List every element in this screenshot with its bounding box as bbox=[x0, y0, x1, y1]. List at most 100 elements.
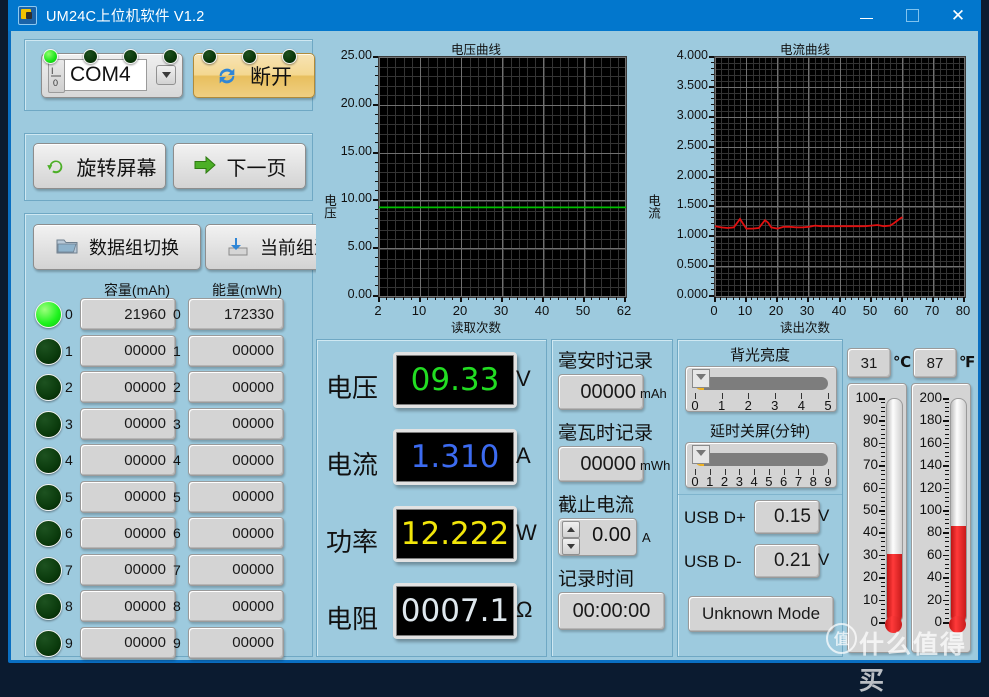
voltage-plot-area bbox=[378, 56, 627, 298]
y-tick-label: 2.500 bbox=[676, 138, 708, 152]
current-x-axis-label: 读出次数 bbox=[779, 321, 830, 335]
fahrenheit-value: 87 bbox=[913, 348, 957, 378]
status-led-6 bbox=[282, 49, 297, 64]
usb-dn-unit: V bbox=[818, 550, 830, 569]
x-tick-label: 50 bbox=[575, 303, 591, 318]
usb-dn-label: USB D- bbox=[684, 552, 742, 571]
record-time-title: 记录时间 bbox=[558, 569, 635, 590]
y-tick-label: 0.500 bbox=[676, 257, 708, 271]
status-led-3 bbox=[162, 49, 178, 64]
voltage-chart: 电压曲线 25.00 20.00 15.00 10.00 5.00 0.00 2 10 20 3… bbox=[316, 39, 636, 335]
group-switch-label: 数据组切换 bbox=[89, 238, 179, 258]
next-page-button[interactable]: 下一页 bbox=[173, 143, 306, 189]
x-tick-label: 20 bbox=[452, 303, 468, 318]
energy-row-index: 4 bbox=[173, 452, 181, 468]
thermometer-scale-label: 40 bbox=[926, 569, 942, 585]
capacity-value: 00000 bbox=[80, 553, 176, 586]
energy-row-index: 7 bbox=[173, 561, 181, 578]
group-led-5[interactable] bbox=[35, 483, 62, 511]
chevron-down-icon[interactable] bbox=[156, 65, 176, 85]
measurement-value-0: 09.33 bbox=[393, 352, 517, 408]
brightness-thumb[interactable] bbox=[692, 369, 710, 388]
group-led-9[interactable] bbox=[35, 629, 62, 657]
x-tick-label: 30 bbox=[493, 303, 509, 318]
capacity-row-index: 6 bbox=[65, 525, 73, 541]
current-plot-area bbox=[714, 56, 966, 298]
energy-row-index: 2 bbox=[173, 379, 181, 395]
mah-unit: mAh bbox=[640, 386, 667, 401]
group-switch-button[interactable]: 数据组切换 bbox=[33, 224, 201, 270]
capacity-value: 00000 bbox=[80, 626, 176, 659]
celsius-value: 31 bbox=[847, 348, 891, 378]
rotate-arrow-icon bbox=[43, 155, 69, 177]
group-led-3[interactable] bbox=[35, 410, 62, 438]
window-controls: ✕ bbox=[843, 0, 981, 31]
thermometer-scale-label: 100 bbox=[855, 390, 878, 405]
cutoff-current-stepper[interactable]: 0.00 bbox=[558, 518, 637, 556]
capacity-row-index: 1 bbox=[65, 342, 73, 359]
thermometer-scale-label: 20 bbox=[862, 569, 878, 585]
stepper-up-icon[interactable] bbox=[562, 521, 580, 538]
window-title: UM24C上位机软件 V1.2 bbox=[46, 9, 205, 25]
watermark-text: 什么值得买 bbox=[859, 631, 968, 695]
stepper-down-icon[interactable] bbox=[562, 538, 580, 555]
energy-value: 00000 bbox=[188, 517, 284, 549]
close-button[interactable]: ✕ bbox=[935, 0, 981, 31]
group-led-1[interactable] bbox=[35, 337, 62, 365]
mah-value: 00000 bbox=[558, 374, 644, 410]
capacity-value: 00000 bbox=[80, 407, 176, 440]
measurement-unit-2: W bbox=[516, 520, 537, 545]
measurement-unit-0: V bbox=[516, 366, 531, 391]
measurement-value-1: 1.310 bbox=[393, 429, 517, 485]
group-led-4[interactable] bbox=[35, 447, 62, 474]
folder-icon bbox=[55, 236, 81, 258]
timeout-slider[interactable]: 0123456789 bbox=[685, 442, 837, 489]
timeout-title: 延时关屏(分钟) bbox=[710, 423, 810, 440]
rotate-screen-button[interactable]: 旋转屏幕 bbox=[33, 143, 166, 189]
svg-text:0: 0 bbox=[53, 78, 58, 88]
cutoff-unit: A bbox=[642, 530, 651, 545]
capacity-row-index: 8 bbox=[65, 598, 73, 614]
energy-value: 00000 bbox=[188, 480, 284, 513]
energy-row-index: 6 bbox=[173, 525, 181, 541]
slider-tick-label: 2 bbox=[744, 398, 752, 413]
thermometer-scale-label: 60 bbox=[926, 546, 942, 562]
group-led-8[interactable] bbox=[35, 593, 62, 620]
y-tick-label: 0.00 bbox=[347, 287, 372, 301]
group-led-2[interactable] bbox=[35, 374, 62, 401]
status-led-1 bbox=[82, 49, 98, 64]
capacity-value: 00000 bbox=[80, 517, 176, 549]
brightness-slider[interactable]: 0 1 2 3 4 5 bbox=[685, 366, 837, 413]
usb-dn-value: 0.21 bbox=[754, 544, 820, 578]
window-frame: UM24C上位机软件 V1.2 ✕ I0 COM4 断开 旋转屏幕 下一页 数据… bbox=[8, 0, 981, 695]
thermometer-scale-label: 70 bbox=[862, 457, 878, 473]
voltage-x-axis-label: 读取次数 bbox=[450, 321, 501, 335]
celsius-unit: ℃ bbox=[893, 354, 912, 371]
measurement-value-2: 12.222 bbox=[393, 506, 517, 562]
timeout-thumb[interactable] bbox=[692, 445, 710, 464]
y-tick-label: 1.000 bbox=[676, 227, 708, 241]
group-led-7[interactable] bbox=[35, 556, 62, 584]
group-led-0[interactable] bbox=[35, 301, 62, 328]
thermometer-scale-label: 120 bbox=[919, 479, 942, 495]
energy-value: 00000 bbox=[188, 334, 284, 367]
current-chart: 电流曲线 4.000 3.500 3.000 2.500 2.000 1.500 1.000… bbox=[636, 39, 974, 335]
capacity-row-index: 5 bbox=[65, 488, 73, 505]
measurement-unit-1: A bbox=[516, 443, 531, 468]
minimize-button[interactable] bbox=[843, 0, 889, 31]
usb-dp-label: USB D+ bbox=[684, 508, 746, 527]
group-led-6[interactable] bbox=[35, 520, 62, 547]
y-tick-label: 3.000 bbox=[676, 108, 708, 122]
energy-row-index: 5 bbox=[173, 488, 181, 505]
svg-text:I: I bbox=[51, 66, 54, 76]
capacity-value: 00000 bbox=[80, 444, 176, 476]
capacity-row-index: 2 bbox=[65, 379, 73, 395]
cutoff-title: 截止电流 bbox=[558, 495, 635, 516]
mwh-title: 毫瓦时记录 bbox=[558, 423, 654, 444]
measurement-unit-3: Ω bbox=[516, 597, 533, 622]
status-led-2 bbox=[122, 49, 138, 64]
slider-tick-label: 4 bbox=[797, 398, 805, 413]
mwh-value: 00000 bbox=[558, 446, 644, 482]
maximize-button[interactable] bbox=[889, 0, 935, 31]
device-actions-group: 旋转屏幕 下一页 bbox=[24, 49, 313, 201]
